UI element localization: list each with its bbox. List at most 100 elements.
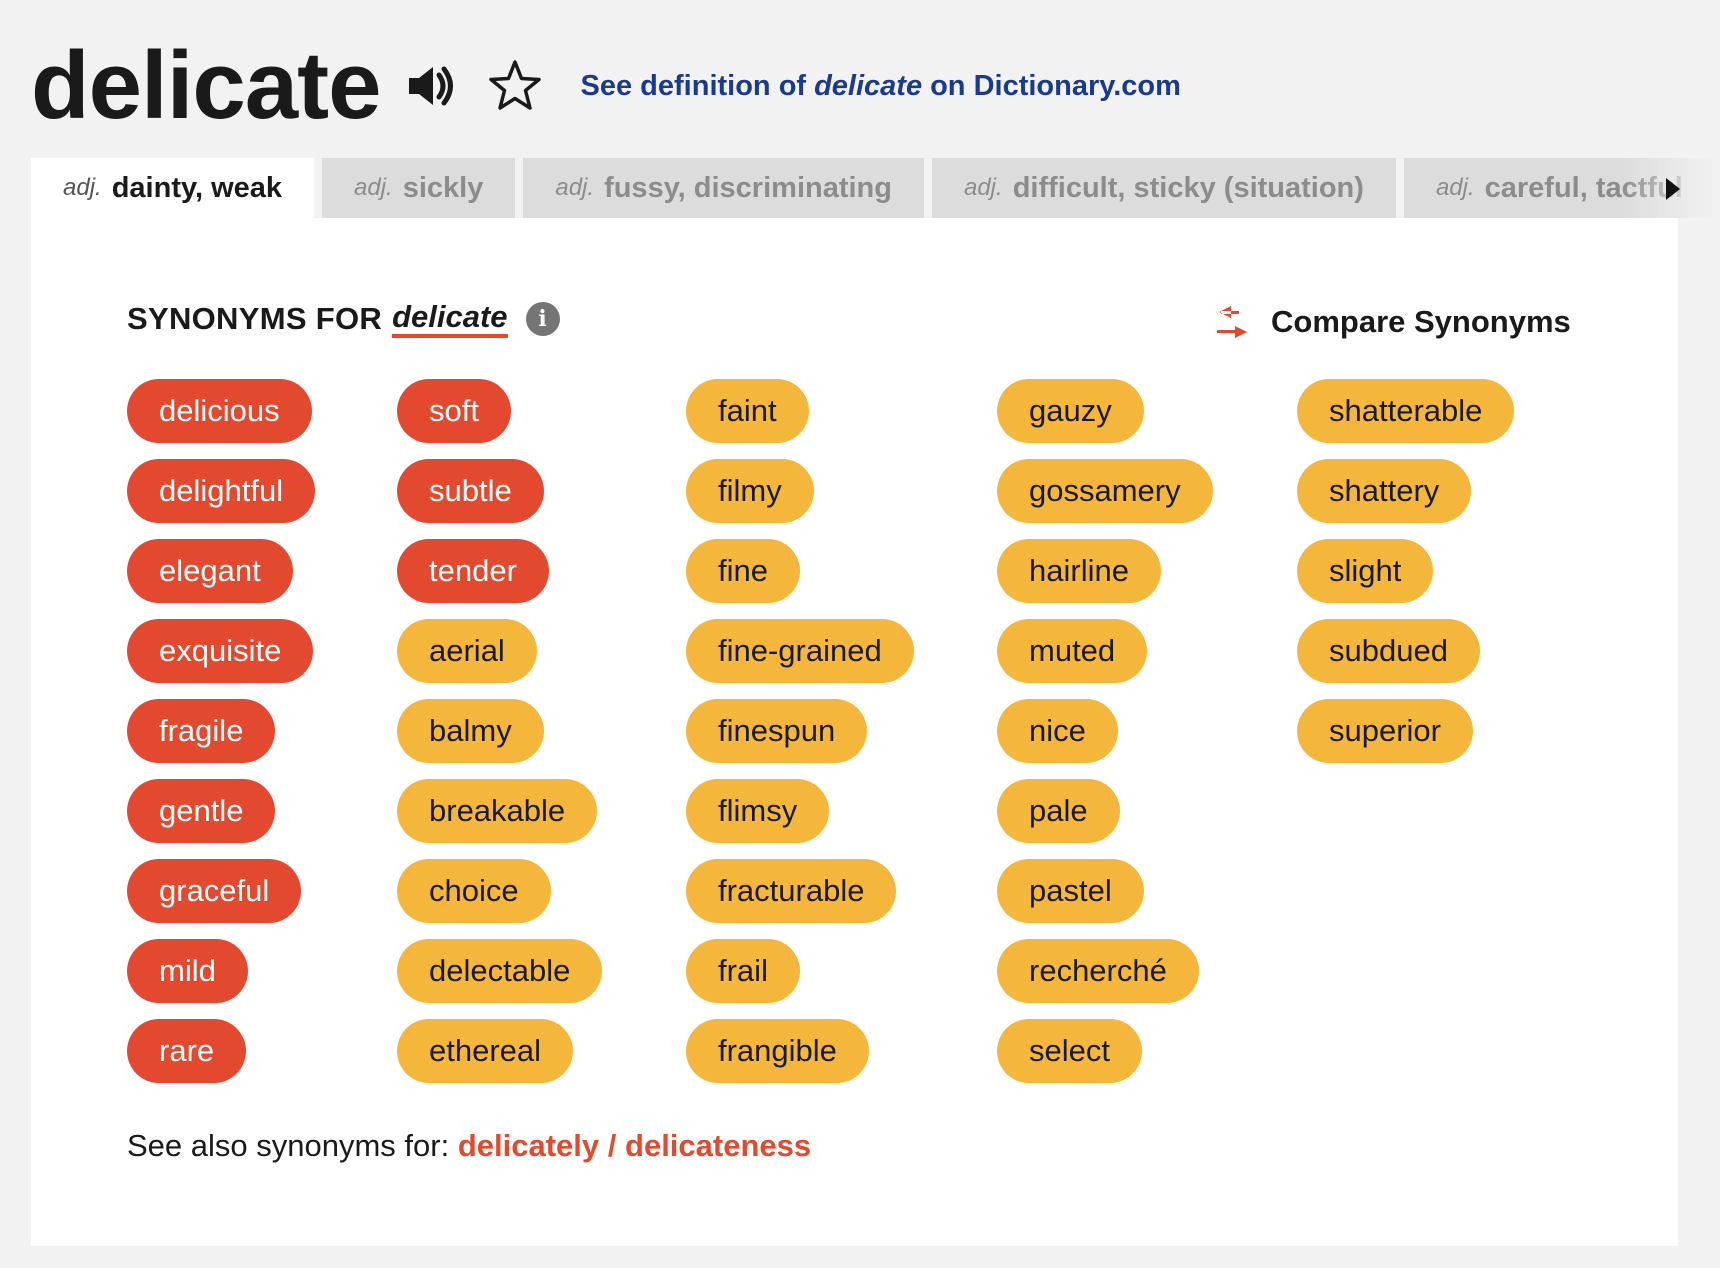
synonym-row: nice (997, 699, 1213, 779)
synonym-row: filmy (686, 459, 914, 539)
headword: delicate (31, 32, 382, 139)
tab-fussy-discriminating[interactable]: adj. fussy, discriminating (523, 158, 924, 218)
synonym-column-3: faint filmy fine fine-grained finespun flimsy… (686, 379, 914, 1099)
synonym-pill[interactable]: gentle (127, 779, 276, 843)
synonym-row: select (997, 1019, 1213, 1099)
synonym-pill[interactable]: flimsy (686, 779, 830, 843)
synonym-pill[interactable]: select (997, 1019, 1142, 1083)
synonym-row: frangible (686, 1019, 914, 1099)
synonym-row: frail (686, 939, 914, 1019)
synonym-pill[interactable]: delicious (127, 379, 312, 443)
synonym-pill[interactable]: choice (397, 859, 551, 923)
synonym-pill[interactable]: fragile (127, 699, 276, 763)
tab-label: dainty, weak (111, 171, 283, 204)
star-icon[interactable] (487, 57, 545, 115)
tab-difficult-sticky[interactable]: adj. difficult, sticky (situation) (931, 158, 1396, 218)
synonym-pill[interactable]: ethereal (397, 1019, 574, 1083)
synonym-pill[interactable]: slight (1297, 539, 1434, 603)
synonym-pill[interactable]: exquisite (127, 619, 314, 683)
synonym-pill[interactable]: fine-grained (686, 619, 914, 683)
synonym-pill[interactable]: subtle (397, 459, 544, 523)
see-also-prefix: See also synonyms for: (127, 1128, 450, 1163)
synonym-column-4: gauzy gossamery hairline muted nice pale paste… (997, 379, 1213, 1099)
synonym-pill[interactable]: subdued (1297, 619, 1480, 683)
synonym-row: soft (397, 379, 602, 459)
compare-synonyms-button[interactable]: Compare Synonyms (1209, 302, 1571, 342)
info-icon[interactable]: i (525, 302, 560, 337)
see-also-separator: / (607, 1128, 617, 1163)
synonym-pill[interactable]: delightful (127, 459, 316, 523)
synonym-row: finespun (686, 699, 914, 779)
synonym-pill[interactable]: recherché (997, 939, 1199, 1003)
synonym-pill[interactable]: aerial (397, 619, 537, 683)
synonyms-heading-word: delicate (392, 299, 508, 339)
synonym-row: recherché (997, 939, 1213, 1019)
synonym-pill[interactable]: gossamery (997, 459, 1213, 523)
synonym-column-2: soft subtle tender aerial balmy breakable choi… (397, 379, 603, 1099)
synonym-row: fragile (127, 699, 315, 779)
synonym-row: fine (686, 539, 914, 619)
synonym-pill[interactable]: elegant (127, 539, 293, 603)
tab-dainty-weak[interactable]: adj. dainty, weak (31, 158, 315, 218)
synonym-row: mild (127, 939, 315, 1019)
synonym-pill[interactable]: pale (997, 779, 1120, 843)
synonym-pill[interactable]: fracturable (686, 859, 897, 923)
synonym-row: delightful (127, 459, 316, 539)
synonym-row: gauzy (997, 379, 1213, 459)
synonym-row: shattery (1297, 459, 1514, 539)
tab-label: sickly (402, 171, 484, 204)
speaker-icon[interactable] (407, 60, 461, 112)
synonym-pill[interactable]: hairline (997, 539, 1161, 603)
definition-link-suffix: on Dictionary.com (930, 69, 1181, 102)
synonym-pill[interactable]: frangible (686, 1019, 869, 1083)
see-also-link-delicateness[interactable]: delicateness (625, 1128, 811, 1163)
synonym-pill[interactable]: pastel (997, 859, 1144, 923)
definition-link[interactable]: See definition of delicate on Dictionary… (581, 70, 1181, 103)
synonym-row: faint (686, 379, 914, 459)
synonym-row: breakable (397, 779, 602, 859)
synonym-row: muted (997, 619, 1213, 699)
compare-arrows-icon (1209, 302, 1257, 342)
synonym-row: ethereal (397, 1019, 602, 1099)
synonym-row: gossamery (997, 459, 1213, 539)
synonym-pill[interactable]: gauzy (997, 379, 1144, 443)
synonym-row: subdued (1297, 619, 1514, 699)
synonym-pill[interactable]: finespun (686, 699, 868, 763)
synonym-row: gentle (127, 779, 315, 859)
synonym-pill[interactable]: delectable (397, 939, 603, 1003)
synonym-row: hairline (997, 539, 1213, 619)
synonym-pill[interactable]: frail (686, 939, 800, 1003)
synonym-row: pastel (997, 859, 1213, 939)
synonym-column-1: delicious delightful elegant exquisite fragi… (127, 379, 316, 1099)
synonym-pill[interactable]: breakable (397, 779, 598, 843)
synonym-pill[interactable]: faint (686, 379, 809, 443)
synonym-pill[interactable]: balmy (397, 699, 544, 763)
compare-synonyms-label: Compare Synonyms (1271, 304, 1571, 339)
synonym-pill[interactable]: graceful (127, 859, 302, 923)
synonym-pill[interactable]: nice (997, 699, 1118, 763)
synonym-pill[interactable]: filmy (686, 459, 814, 523)
synonym-pill[interactable]: shattery (1297, 459, 1472, 523)
tab-pos: adj. (354, 174, 393, 201)
synonym-row: delectable (397, 939, 603, 1019)
synonym-row: balmy (397, 699, 602, 779)
synonym-pill[interactable]: muted (997, 619, 1148, 683)
next-arrow-icon[interactable] (1660, 174, 1686, 204)
synonym-pill[interactable]: tender (397, 539, 549, 603)
synonym-row: subtle (397, 459, 602, 539)
synonym-pill[interactable]: shatterable (1297, 379, 1515, 443)
synonym-pill[interactable]: soft (397, 379, 511, 443)
synonym-pill[interactable]: fine (686, 539, 800, 603)
tab-sickly[interactable]: adj. sickly (322, 158, 516, 218)
synonym-row: choice (397, 859, 602, 939)
definition-link-word: delicate (814, 69, 923, 102)
tab-pos: adj. (963, 174, 1003, 201)
synonym-row: elegant (127, 539, 315, 619)
definition-link-prefix: See definition of (580, 69, 807, 102)
synonym-row: graceful (127, 859, 315, 939)
synonym-row: rare (127, 1019, 315, 1099)
see-also-link-delicately[interactable]: delicately (458, 1128, 599, 1163)
synonym-pill[interactable]: rare (127, 1019, 247, 1083)
synonym-pill[interactable]: mild (127, 939, 248, 1003)
synonym-pill[interactable]: superior (1297, 699, 1473, 763)
